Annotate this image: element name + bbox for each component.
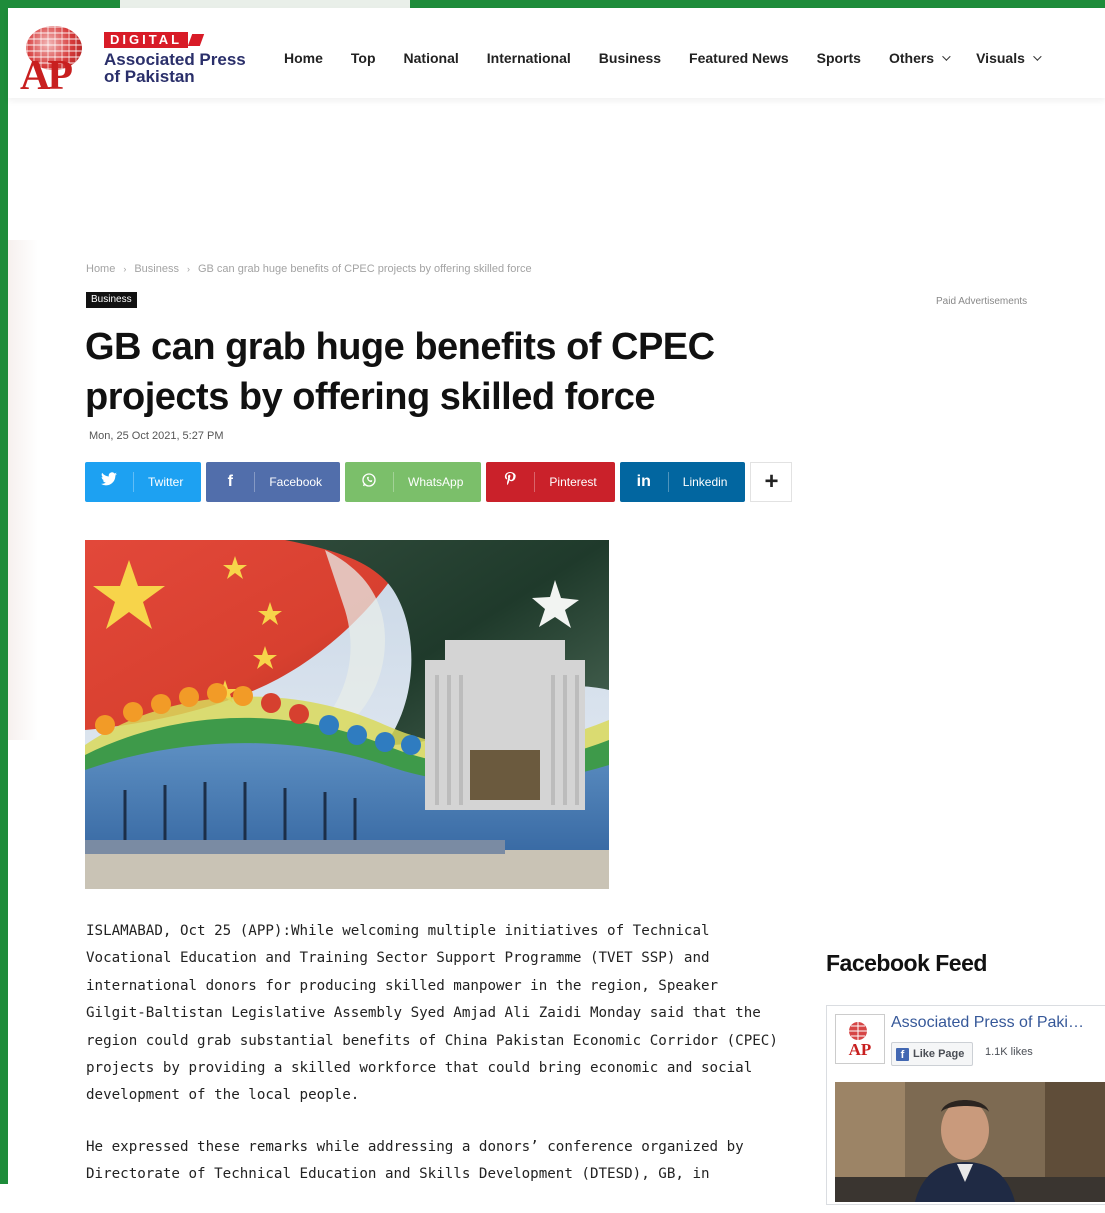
nav-item-sports[interactable]: Sports <box>817 50 861 66</box>
paid-advertisements-label: Paid Advertisements <box>936 296 1028 307</box>
twitter-icon <box>85 472 134 492</box>
pinterest-icon <box>486 472 536 492</box>
share-twitter-button[interactable]: Twitter <box>85 462 202 502</box>
top-stripe <box>120 0 410 8</box>
fb-like-label: Like Page <box>913 1048 965 1060</box>
nav-item-home[interactable]: Home <box>284 50 323 66</box>
nav-item-international[interactable]: International <box>487 50 571 66</box>
facebook-icon: f <box>206 472 256 492</box>
share-whatsapp-button[interactable]: WhatsApp <box>345 462 482 502</box>
fb-avatar-mark: AP <box>849 1040 872 1059</box>
chevron-down-icon <box>1033 52 1042 61</box>
linkedin-icon: in <box>620 472 669 492</box>
logo-mark: AP <box>20 53 73 99</box>
share-facebook-label: Facebook <box>269 475 323 489</box>
logo-line-2: of Pakistan <box>104 67 195 86</box>
breadcrumb-home[interactable]: Home <box>86 263 115 275</box>
plus-icon: + <box>764 468 779 495</box>
left-frame-border <box>0 0 8 1184</box>
article-hero-image[interactable] <box>85 540 609 889</box>
chevron-down-icon <box>942 52 951 61</box>
article-body: ISLAMABAD, Oct 25 (APP):While welcoming … <box>86 918 786 1213</box>
fb-like-page-button[interactable]: f Like Page <box>891 1042 974 1066</box>
nav-item-national[interactable]: National <box>404 50 459 66</box>
fb-page-name[interactable]: Associated Press of Paki… <box>891 1014 1084 1032</box>
facebook-feed-widget: AP Associated Press of Paki… f Like Page … <box>826 1005 1105 1205</box>
share-pinterest-label: Pinterest <box>549 475 597 489</box>
logo-digital-label: DIGITAL <box>104 32 189 48</box>
facebook-icon: f <box>896 1047 909 1061</box>
share-pinterest-button[interactable]: Pinterest <box>486 462 615 502</box>
article-title: GB can grab huge benefits of CPEC projec… <box>85 326 715 418</box>
nav-item-business[interactable]: Business <box>599 50 661 66</box>
share-bar: Twitter f Facebook WhatsApp Pinterest in… <box>85 462 793 502</box>
nav-item-others[interactable]: Others <box>888 50 951 66</box>
share-facebook-button[interactable]: f Facebook <box>206 462 341 502</box>
share-whatsapp-label: WhatsApp <box>408 475 464 489</box>
article-date: Mon, 25 Oct 2021, 5:27 PM <box>89 430 224 442</box>
fb-post-photo[interactable] <box>835 1082 1105 1202</box>
breadcrumb-section[interactable]: Business <box>134 263 179 275</box>
breadcrumb-separator-icon: › <box>186 264 190 274</box>
article-paragraph: ISLAMABAD, Oct 25 (APP):While welcoming … <box>86 923 778 1104</box>
article-paragraph: He expressed these remarks while address… <box>86 1138 744 1183</box>
share-twitter-label: Twitter <box>148 475 184 489</box>
nav-others-label: Others <box>888 50 935 66</box>
whatsapp-icon <box>345 472 395 492</box>
breadcrumb-current: GB can grab huge benefits of CPEC projec… <box>197 263 532 275</box>
main-nav: Home Top National International Business… <box>284 44 1067 72</box>
nav-item-visuals[interactable]: Visuals <box>976 50 1042 66</box>
share-more-button[interactable]: + <box>750 462 793 502</box>
breadcrumb-separator-icon: › <box>123 264 127 274</box>
site-logo[interactable]: AP DIGITAL Associated Press of Pakistan <box>20 24 260 99</box>
category-badge[interactable]: Business <box>86 292 137 308</box>
nav-item-featured-news[interactable]: Featured News <box>689 50 789 66</box>
share-linkedin-button[interactable]: in Linkedin <box>619 462 746 502</box>
nav-item-top[interactable]: Top <box>351 50 376 66</box>
site-header: AP DIGITAL Associated Press of Pakistan … <box>8 8 1105 98</box>
fb-page-avatar[interactable]: AP <box>835 1014 885 1064</box>
breadcrumb: Home › Business › GB can grab huge benef… <box>86 263 532 275</box>
facebook-feed-heading: Facebook Feed <box>826 950 987 976</box>
fb-like-count: 1.1K likes <box>985 1046 1033 1058</box>
share-linkedin-label: Linkedin <box>682 475 728 489</box>
left-ad-shade <box>8 240 38 740</box>
nav-visuals-label: Visuals <box>976 50 1025 66</box>
